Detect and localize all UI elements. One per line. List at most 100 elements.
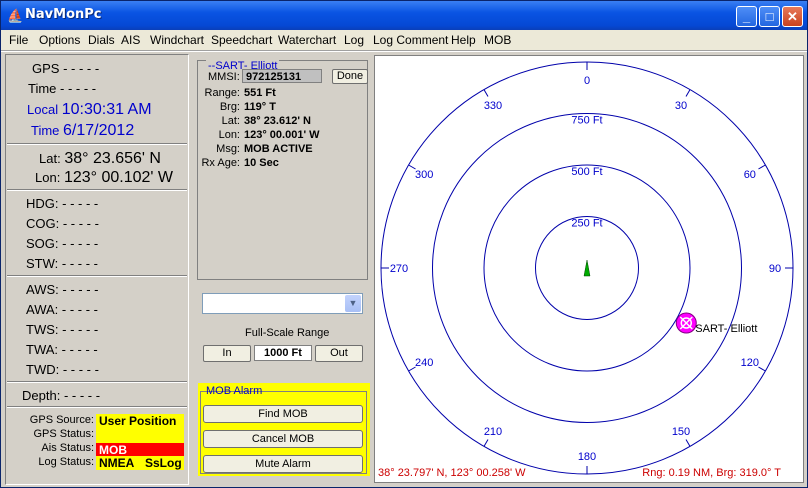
radar-display[interactable]: 250 Ft 500 Ft 750 Ft 0 30 60 90 120 150 180 210 240…: [374, 55, 804, 483]
find-mob-button[interactable]: Find MOB: [203, 405, 363, 423]
menu-help[interactable]: Help: [451, 33, 476, 47]
cancel-mob-button[interactable]: Cancel MOB: [203, 430, 363, 448]
lat-label: Lat:: [221, 115, 240, 127]
aws-row: AWS: - - - - -: [26, 282, 98, 297]
sart-row-lon: Lon: 123° 00.001' W: [196, 129, 320, 141]
log-status-sslog: SsLog: [145, 456, 182, 470]
date-row: Time 6/17/2012: [31, 122, 134, 140]
twd-value: - - - - -: [62, 362, 99, 377]
minimize-button[interactable]: _: [736, 6, 757, 27]
menu-log-comment[interactable]: Log Comment: [373, 33, 448, 47]
sart-row-range: Range: 551 Ft: [196, 87, 276, 99]
zoom-in-button[interactable]: In: [203, 345, 251, 362]
gps-label: GPS: [32, 61, 60, 76]
lon-label: Lon:: [218, 129, 240, 141]
done-button[interactable]: Done: [332, 69, 368, 84]
bearing-label: 90: [769, 263, 781, 275]
gps-status-value: [96, 430, 184, 444]
date-label: Time: [31, 123, 60, 138]
range-value: 551 Ft: [244, 87, 276, 99]
tws-label: TWS:: [26, 322, 59, 337]
bearing-label: 120: [741, 357, 759, 369]
time-label: Time: [28, 81, 57, 96]
brg-label: Brg:: [219, 101, 240, 113]
menu-mob[interactable]: MOB: [484, 33, 511, 47]
hdg-label: HDG:: [26, 196, 59, 211]
full-scale-range-label: Full-Scale Range: [245, 327, 330, 339]
menu-log[interactable]: Log: [344, 33, 364, 47]
vessel-icon: [583, 259, 591, 277]
depth-label: Depth:: [22, 388, 61, 403]
cursor-position: 38° 23.797' N, 123° 00.258' W: [378, 467, 526, 479]
menu-windchart[interactable]: Windchart: [150, 33, 204, 47]
tws-value: - - - - -: [62, 322, 99, 337]
hdg-value: - - - - -: [62, 196, 99, 211]
menu-file[interactable]: File: [9, 33, 28, 47]
menu-options[interactable]: Options: [39, 33, 80, 47]
bearing-label: 150: [672, 426, 690, 438]
twd-row: TWD: - - - - -: [26, 362, 99, 377]
range-ring-label: 250 Ft: [571, 218, 602, 230]
radar-plot[interactable]: 250 Ft 500 Ft 750 Ft 0 30 60 90 120 150 180 210 240…: [375, 56, 803, 482]
mmsi-field: 972125131: [242, 69, 322, 83]
log-status-value: NMEA SsLog: [96, 456, 184, 470]
menu-dials[interactable]: Dials: [88, 33, 115, 47]
instrument-panel: GPS - - - - - Time - - - - - Local 10:30…: [5, 54, 189, 485]
msg-label: Msg:: [216, 143, 240, 155]
gps-source-label: GPS Source:: [29, 414, 94, 426]
bearing-label: 210: [484, 426, 502, 438]
range-ring-label: 750 Ft: [571, 115, 602, 127]
bearing-label: 180: [578, 451, 596, 463]
aws-label: AWS:: [26, 282, 59, 297]
chevron-down-icon[interactable]: ▼: [345, 295, 361, 312]
sart-row-lat: Lat: 38° 23.612' N: [196, 115, 311, 127]
hdg-row: HDG: - - - - -: [26, 196, 98, 211]
sart-row-rxage: Rx Age: 10 Sec: [196, 157, 279, 169]
lon-row: Lon: 123° 00.102' W: [35, 169, 173, 187]
cog-label: COG:: [26, 216, 60, 231]
local-time-value: 10:30:31 AM: [61, 101, 152, 118]
msg-value: MOB ACTIVE: [244, 143, 313, 155]
app-window: ⛵ NavMonPc _ □ ✕ File Options Dials AIS …: [0, 0, 808, 488]
maximize-button[interactable]: □: [759, 6, 780, 27]
date-value: 6/17/2012: [63, 122, 135, 139]
bearing-label: 240: [415, 357, 433, 369]
awa-label: AWA:: [26, 302, 59, 317]
lon-label: Lon:: [35, 170, 61, 185]
gps-source-value: User Position: [96, 414, 184, 430]
rxage-value: 10 Sec: [244, 157, 279, 169]
ais-status-label: Ais Status:: [41, 442, 94, 454]
sog-row: SOG: - - - - -: [26, 236, 98, 251]
sart-panel: --SART- Elliott MMSI: 972125131 Done Ran…: [196, 56, 370, 286]
zoom-out-button[interactable]: Out: [315, 345, 363, 362]
gps-value: - - - - -: [63, 61, 100, 76]
brg-value: 119° T: [244, 101, 276, 113]
menu-ais[interactable]: AIS: [121, 33, 140, 47]
stw-value: - - - - -: [61, 256, 98, 271]
lat-value: 38° 23.612' N: [244, 115, 311, 127]
bearing-label: 300: [415, 169, 433, 181]
sart-row-brg: Brg: 119° T: [196, 101, 276, 113]
divider: [7, 275, 187, 277]
divider: [7, 143, 187, 145]
cog-value: - - - - -: [62, 216, 99, 231]
mob-legend: MOB Alarm: [206, 385, 263, 397]
log-status-label: Log Status:: [38, 456, 94, 468]
menu-speedchart[interactable]: Speedchart: [211, 33, 272, 47]
twa-label: TWA:: [26, 342, 59, 357]
sart-target-label: SART- Elliott: [695, 323, 757, 335]
sog-value: - - - - -: [62, 236, 99, 251]
bearing-tick: [685, 439, 691, 447]
bearing-tick: [758, 164, 766, 170]
bearing-tick: [483, 439, 489, 447]
mmsi-label: MMSI:: [208, 71, 240, 83]
title-bar[interactable]: ⛵ NavMonPc _ □ ✕: [1, 1, 807, 30]
menu-waterchart[interactable]: Waterchart: [278, 33, 336, 47]
local-time-row: Local 10:30:31 AM: [27, 101, 152, 119]
sog-label: SOG:: [26, 236, 59, 251]
lat-row: Lat: 38° 23.656' N: [39, 150, 161, 168]
sailboat-icon: ⛵: [7, 8, 24, 23]
mute-alarm-button[interactable]: Mute Alarm: [203, 455, 363, 473]
close-button[interactable]: ✕: [782, 6, 803, 27]
target-select[interactable]: ▼: [202, 293, 363, 314]
